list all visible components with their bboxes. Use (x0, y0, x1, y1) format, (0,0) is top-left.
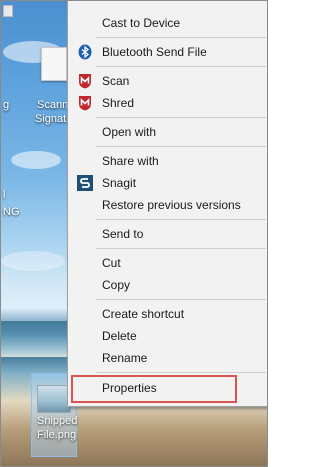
context-menu: Cast to Device Bluetooth Send File Scan (67, 1, 267, 407)
menu-item-label: Delete (102, 329, 137, 343)
bluetooth-icon (77, 44, 93, 60)
menu-separator (96, 372, 266, 373)
menu-item-label: Cut (102, 256, 121, 270)
menu-separator (96, 146, 266, 147)
menu-item-open-with[interactable]: Open with (68, 121, 267, 143)
menu-separator (96, 299, 266, 300)
menu-item-label: Send to (102, 227, 144, 241)
menu-item-send-to[interactable]: Send to (68, 223, 267, 245)
menu-item-label: Scan (102, 74, 130, 88)
desktop-icon-label: File.png (37, 429, 77, 441)
menu-item-restore-previous-versions[interactable]: Restore previous versions (68, 194, 267, 216)
desktop-icon-label: Scann (37, 99, 69, 111)
menu-separator (96, 117, 266, 118)
menu-item-label: Create shortcut (102, 307, 185, 321)
menu-item-label: Rename (102, 351, 148, 365)
menu-item-scan[interactable]: Scan (68, 70, 267, 92)
menu-item-label: Open with (102, 125, 157, 139)
menu-item-rename[interactable]: Rename (68, 347, 267, 369)
snagit-icon (77, 175, 93, 191)
properties-highlight-box (71, 375, 237, 403)
desktop-icon-label: Snipped (37, 415, 78, 427)
menu-item-label: Bluetooth Send File (102, 45, 207, 59)
menu-separator (96, 219, 266, 220)
menu-item-share-with[interactable]: Share with (68, 150, 267, 172)
menu-item-snagit[interactable]: Snagit (68, 172, 267, 194)
mcafee-icon (77, 73, 93, 89)
menu-item-bluetooth-send-file[interactable]: Bluetooth Send File (68, 41, 267, 63)
menu-item-create-shortcut[interactable]: Create shortcut (68, 303, 267, 325)
desktop-edge-label[interactable]: g (3, 99, 9, 112)
menu-item-copy[interactable]: Copy (68, 274, 267, 296)
mcafee-icon (77, 95, 93, 111)
menu-item-shred[interactable]: Shred (68, 92, 267, 114)
image-thumbnail-icon (37, 385, 71, 413)
menu-item-delete[interactable]: Delete (68, 325, 267, 347)
menu-item-label: Restore previous versions (102, 198, 241, 212)
menu-item-label: Share with (102, 154, 159, 168)
menu-separator (96, 37, 266, 38)
file-icon (3, 5, 13, 17)
desktop-edge-label[interactable]: NG (3, 206, 20, 219)
cloud (11, 151, 61, 169)
menu-item-label: Cast to Device (102, 16, 181, 30)
menu-separator (96, 66, 266, 67)
menu-item-cast-to-device[interactable]: Cast to Device (68, 12, 267, 34)
menu-item-label: Copy (102, 278, 131, 292)
document-icon (41, 47, 67, 81)
cloud (1, 251, 65, 271)
desktop-edge-icon[interactable] (3, 5, 13, 21)
menu-item-cut[interactable]: Cut (68, 252, 267, 274)
menu-item-label: Shred (102, 96, 135, 110)
desktop-icon-label: Signat (35, 113, 67, 125)
desktop-edge-label[interactable]: l (3, 189, 5, 202)
menu-item-label: Snagit (102, 176, 137, 190)
screenshot-frame: g l NG Scann Signat Snipped File.png Cas… (0, 0, 268, 467)
menu-separator (96, 248, 266, 249)
